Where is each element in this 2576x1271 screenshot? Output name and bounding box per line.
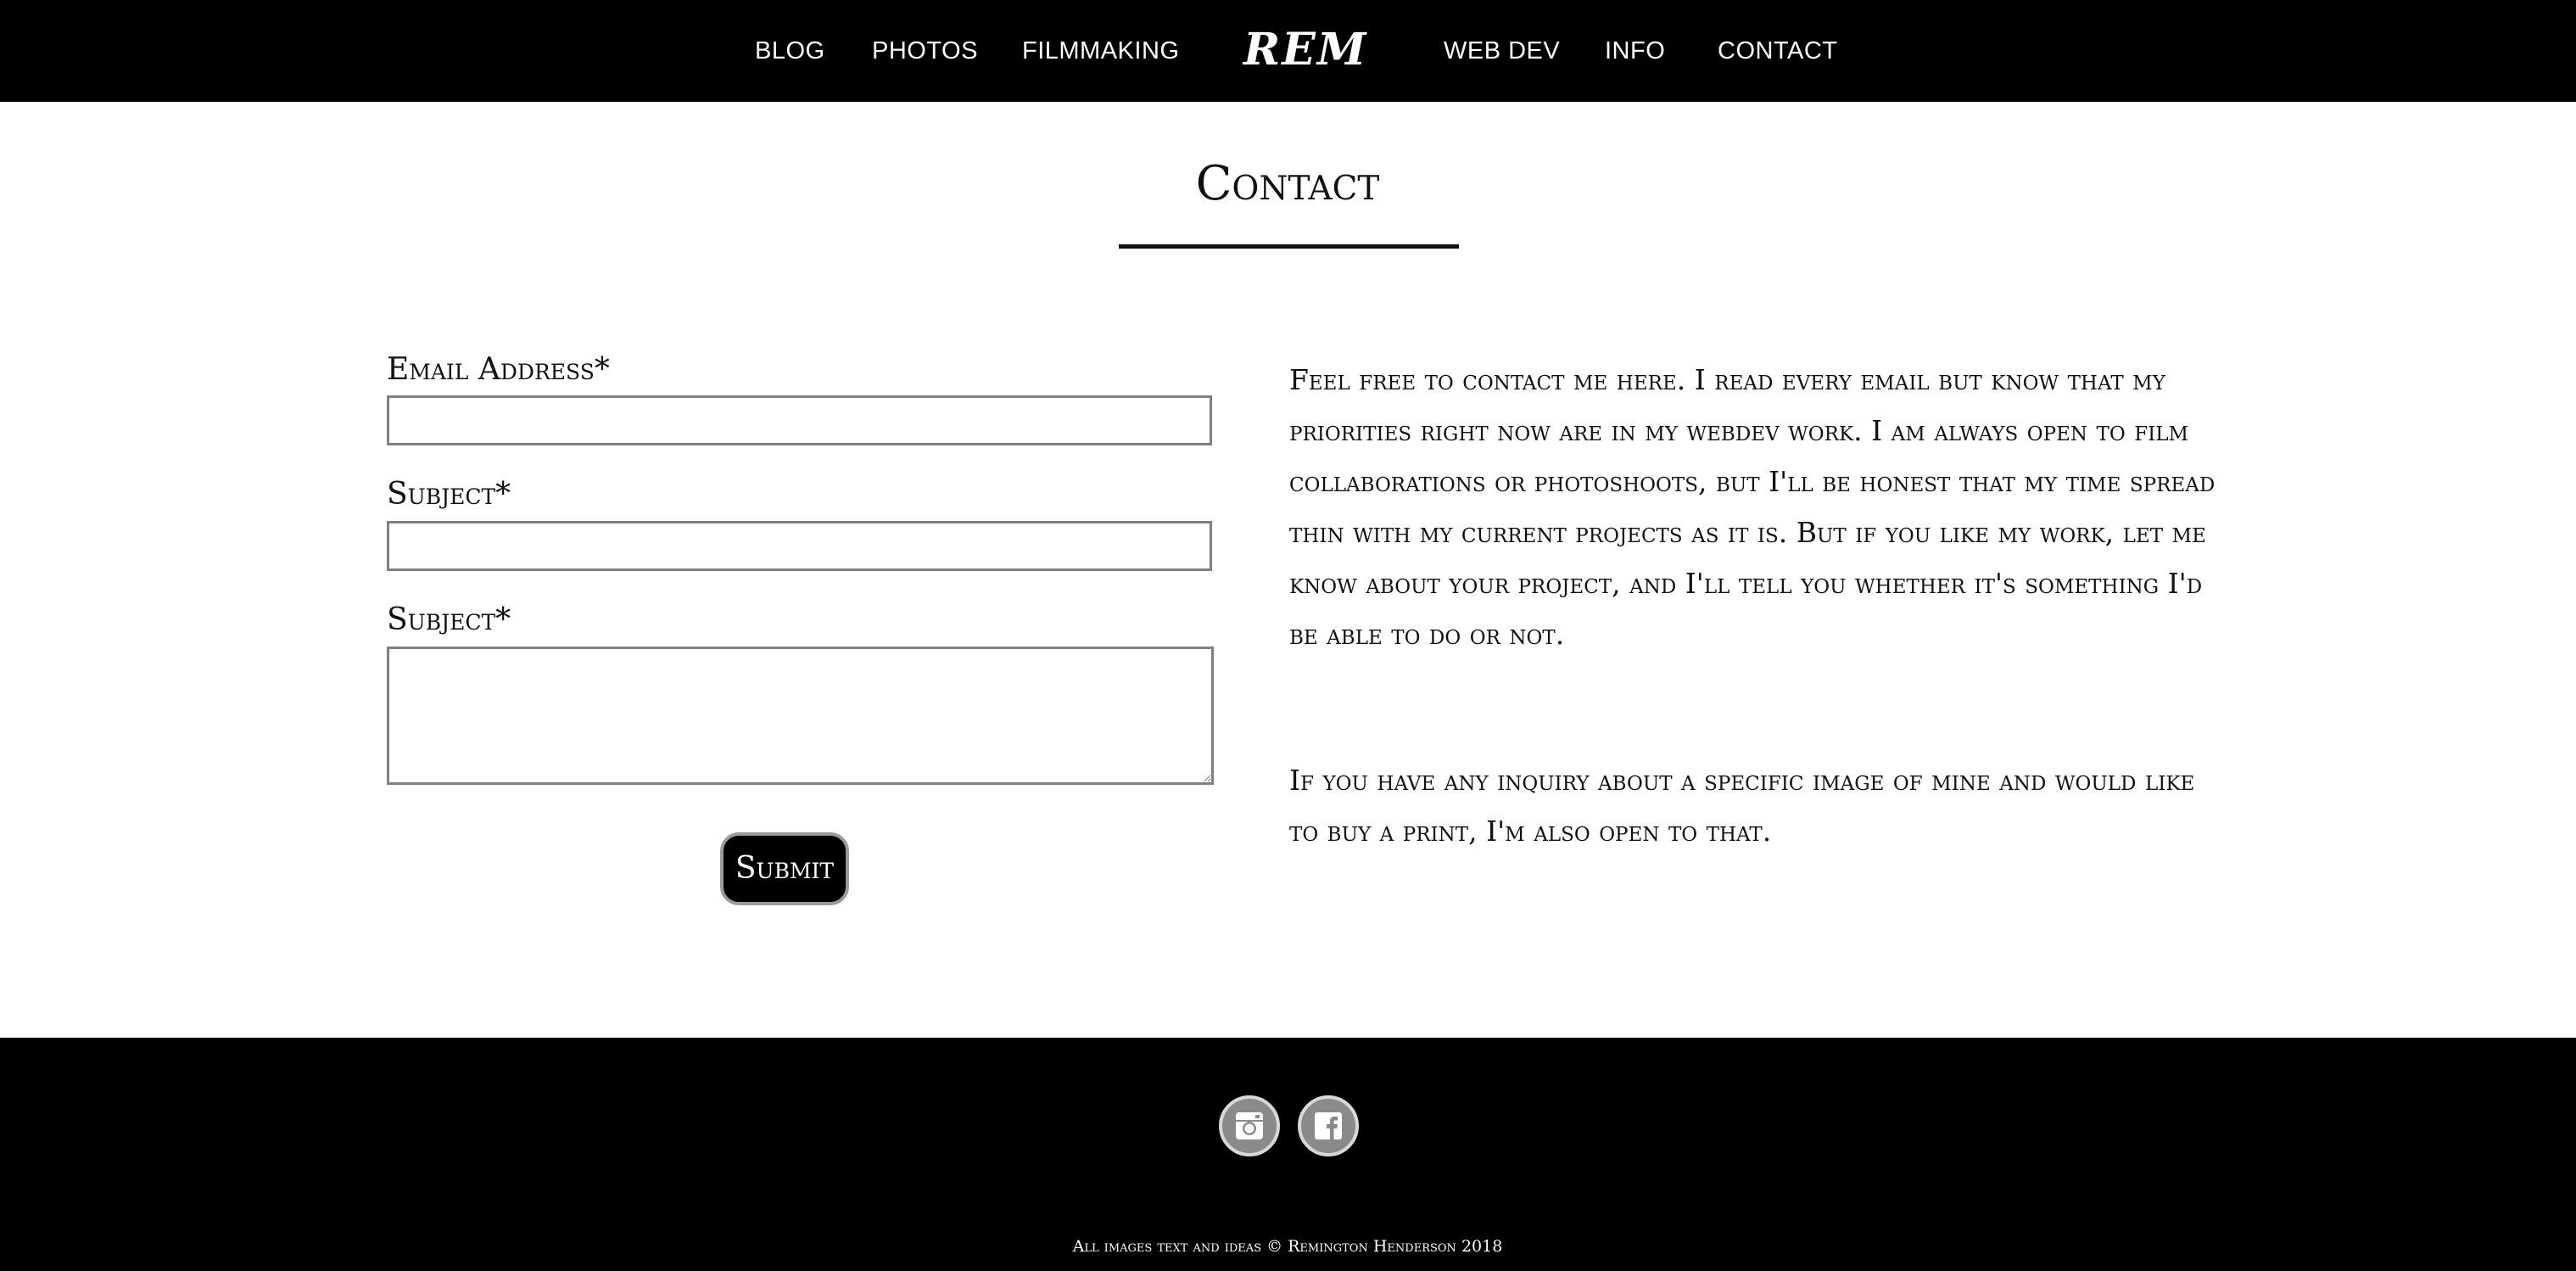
site-logo[interactable]: REM bbox=[1243, 22, 1366, 78]
subject-field[interactable] bbox=[387, 521, 1212, 571]
message-label: Subject* bbox=[387, 602, 511, 637]
nav-link-web-dev[interactable]: WEB DEV bbox=[1444, 34, 1560, 68]
nav-link-filmmaking[interactable]: FILMMAKING bbox=[1022, 34, 1179, 68]
email-field[interactable] bbox=[387, 395, 1212, 445]
instagram-link[interactable] bbox=[1219, 1095, 1280, 1156]
facebook-icon bbox=[1315, 1112, 1342, 1139]
subject-label: Subject* bbox=[387, 477, 511, 512]
print-inquiry-paragraph: If you have any inquiry about a specific… bbox=[1289, 764, 2195, 848]
message-field[interactable] bbox=[387, 647, 1214, 785]
submit-button[interactable]: Submit bbox=[720, 832, 849, 905]
copyright-text: All images text and ideas © Remington He… bbox=[1072, 1237, 1503, 1256]
nav-link-info[interactable]: INFO bbox=[1605, 34, 1665, 68]
nav-link-photos[interactable]: PHOTOS bbox=[872, 34, 978, 68]
contact-intro-paragraph: Feel free to contact me here. I read eve… bbox=[1289, 363, 2216, 651]
instagram-icon bbox=[1236, 1112, 1263, 1139]
nav-link-contact[interactable]: CONTACT bbox=[1718, 34, 1838, 68]
top-nav: BLOG PHOTOS FILMMAKING REM WEB DEV INFO … bbox=[0, 0, 2576, 102]
page-title: Contact bbox=[1195, 156, 1380, 211]
facebook-link[interactable] bbox=[1298, 1095, 1359, 1156]
nav-link-blog[interactable]: BLOG bbox=[755, 34, 825, 68]
title-underline bbox=[1119, 244, 1459, 249]
email-label: Email Address* bbox=[387, 352, 610, 387]
